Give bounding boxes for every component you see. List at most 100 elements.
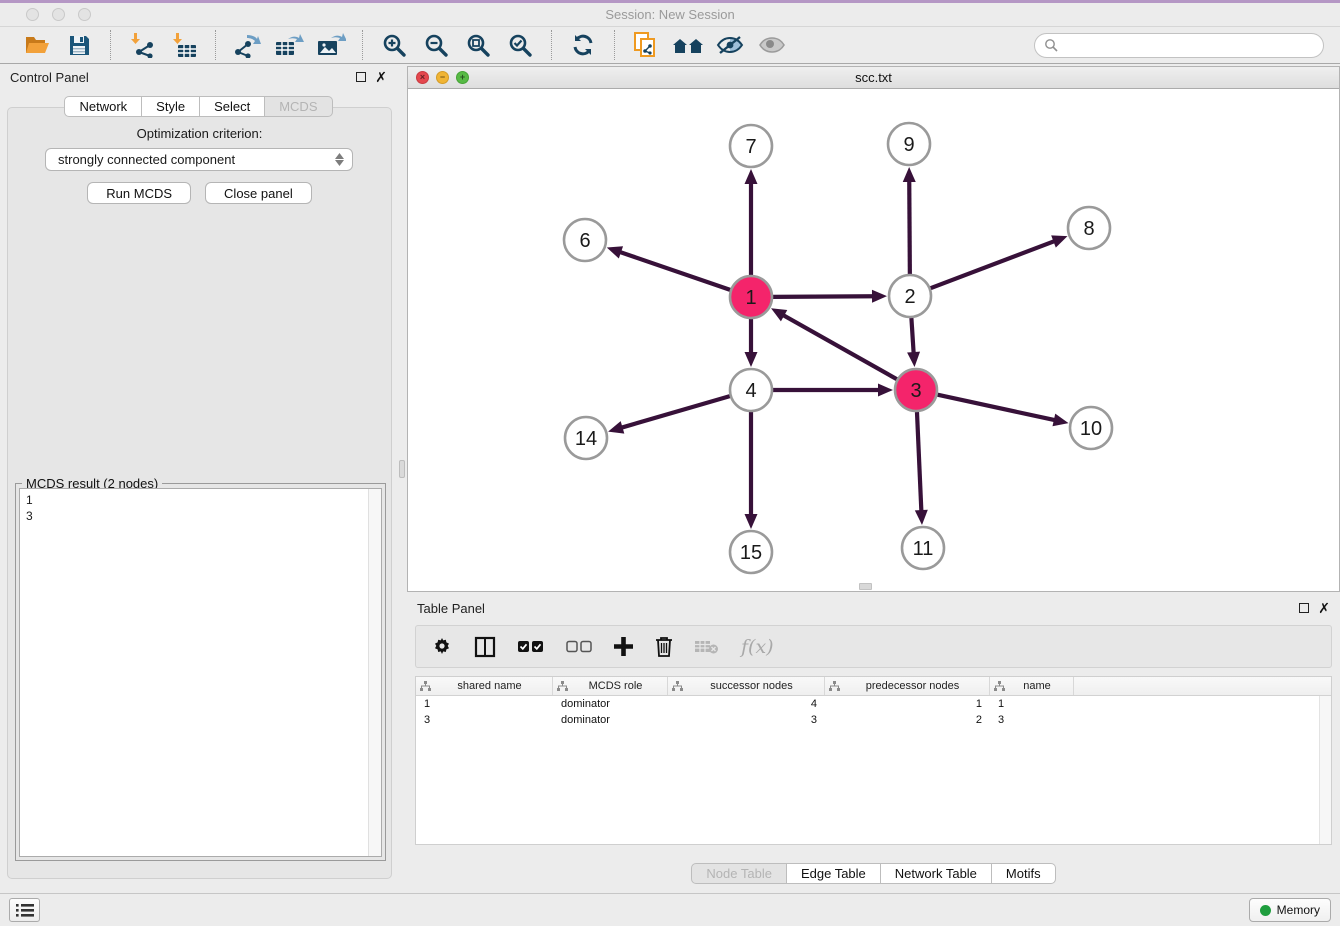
- edge-3-10[interactable]: [937, 395, 1055, 421]
- trash-icon: [655, 636, 673, 657]
- network-resize-grip[interactable]: [859, 583, 872, 590]
- zoom-fit-button[interactable]: [461, 29, 495, 61]
- cell-successor-nodes[interactable]: 4: [668, 696, 825, 712]
- window-controls[interactable]: [26, 8, 91, 21]
- column-header-MCDS-role[interactable]: MCDS role: [553, 677, 668, 695]
- close-panel-button[interactable]: Close panel: [205, 182, 312, 204]
- result-line: 3: [26, 508, 375, 524]
- select-all-button[interactable]: [518, 640, 544, 653]
- open-session-button[interactable]: [20, 29, 54, 61]
- graph-node-label-2: 2: [904, 286, 915, 308]
- table-row[interactable]: 1dominator411: [416, 696, 1331, 712]
- panel-splitter[interactable]: [397, 64, 407, 893]
- apply-layout-button[interactable]: [566, 29, 600, 61]
- duplicate-network-button[interactable]: [629, 29, 663, 61]
- edge-arrowhead: [745, 169, 758, 184]
- optimization-select[interactable]: strongly connected component: [45, 148, 353, 171]
- table-settings-button[interactable]: [432, 637, 452, 657]
- hierarchy-icon: [420, 681, 431, 692]
- export-table-button[interactable]: [272, 29, 306, 61]
- search-field[interactable]: [1034, 33, 1324, 58]
- hide-selected-button[interactable]: [713, 29, 747, 61]
- column-header-shared-name[interactable]: shared name: [416, 677, 553, 695]
- cell-shared-name[interactable]: 1: [416, 696, 553, 712]
- edge-arrowhead: [907, 352, 920, 367]
- edge-arrowhead: [745, 514, 758, 529]
- toggle-panel-button[interactable]: [474, 636, 496, 658]
- network-window-titlebar[interactable]: × − + scc.txt: [408, 67, 1339, 89]
- cell-predecessor-nodes[interactable]: 1: [825, 696, 990, 712]
- save-session-button[interactable]: [62, 29, 96, 61]
- cell-name[interactable]: 1: [990, 696, 1074, 712]
- result-scrollbar[interactable]: [368, 489, 381, 856]
- column-header-successor-nodes[interactable]: successor nodes: [668, 677, 825, 695]
- cell-predecessor-nodes[interactable]: 2: [825, 712, 990, 728]
- close-window-button[interactable]: [26, 8, 39, 21]
- memory-button[interactable]: Memory: [1249, 898, 1331, 922]
- hierarchy-icon: [557, 681, 568, 692]
- network-minimize-button[interactable]: −: [436, 71, 449, 84]
- export-network-button[interactable]: [230, 29, 264, 61]
- edge-1-6[interactable]: [619, 252, 730, 290]
- network-graph[interactable]: 7968124314101511: [408, 89, 1339, 591]
- control-panel-title: Control Panel: [10, 70, 89, 85]
- node-table-header: shared nameMCDS rolesuccessor nodesprede…: [416, 677, 1331, 696]
- float-table-panel-icon[interactable]: [1299, 603, 1309, 613]
- zoom-out-button[interactable]: [419, 29, 453, 61]
- tab-node-table[interactable]: Node Table: [691, 863, 787, 884]
- float-panel-icon[interactable]: [356, 72, 366, 82]
- add-column-button[interactable]: [614, 637, 633, 656]
- cell-successor-nodes[interactable]: 3: [668, 712, 825, 728]
- edge-1-2[interactable]: [773, 296, 874, 297]
- table-delete-icon: [695, 639, 719, 655]
- zoom-in-button[interactable]: [377, 29, 411, 61]
- tab-mcds[interactable]: MCDS: [265, 96, 332, 117]
- network-zoom-button[interactable]: +: [456, 71, 469, 84]
- cell-shared-name[interactable]: 3: [416, 712, 553, 728]
- network-canvas[interactable]: 7968124314101511: [408, 89, 1339, 591]
- first-neighbors-button[interactable]: [671, 29, 705, 61]
- edge-2-3[interactable]: [911, 318, 913, 354]
- table-row[interactable]: 3dominator323: [416, 712, 1331, 728]
- edge-2-9[interactable]: [909, 180, 910, 274]
- delete-table-button: [695, 639, 719, 655]
- tab-edge-table[interactable]: Edge Table: [787, 863, 881, 884]
- column-header-predecessor-nodes[interactable]: predecessor nodes: [825, 677, 990, 695]
- splitter-grip[interactable]: [399, 460, 405, 478]
- tab-network-table[interactable]: Network Table: [881, 863, 992, 884]
- edge-3-1[interactable]: [782, 315, 896, 380]
- zoom-selected-button[interactable]: [503, 29, 537, 61]
- optimization-select-value: strongly connected component: [58, 152, 235, 167]
- delete-column-button[interactable]: [655, 636, 673, 657]
- import-network-button[interactable]: [125, 29, 159, 61]
- table-scrollbar[interactable]: [1319, 696, 1331, 844]
- column-header-name[interactable]: name: [990, 677, 1074, 695]
- edge-4-14[interactable]: [621, 396, 730, 428]
- zoom-window-button[interactable]: [78, 8, 91, 21]
- mcds-result-list[interactable]: 13: [19, 488, 382, 857]
- cell-MCDS-role[interactable]: dominator: [553, 712, 668, 728]
- tab-select[interactable]: Select: [200, 96, 265, 117]
- graph-node-label-10: 10: [1080, 418, 1102, 440]
- network-close-button[interactable]: ×: [416, 71, 429, 84]
- close-panel-icon[interactable]: ✗: [375, 72, 387, 82]
- deselect-all-button[interactable]: [566, 640, 592, 653]
- search-input[interactable]: [1059, 35, 1323, 55]
- edge-2-8[interactable]: [931, 241, 1056, 288]
- show-all-button[interactable]: [755, 29, 789, 61]
- export-table-icon: [274, 32, 304, 58]
- cell-MCDS-role[interactable]: dominator: [553, 696, 668, 712]
- import-table-button[interactable]: [167, 29, 201, 61]
- minimize-window-button[interactable]: [52, 8, 65, 21]
- cell-name[interactable]: 3: [990, 712, 1074, 728]
- task-history-button[interactable]: [9, 898, 40, 922]
- export-image-button[interactable]: [314, 29, 348, 61]
- node-table[interactable]: shared nameMCDS rolesuccessor nodesprede…: [415, 676, 1332, 845]
- run-mcds-button[interactable]: Run MCDS: [87, 182, 191, 204]
- tab-network[interactable]: Network: [64, 96, 142, 117]
- tab-style[interactable]: Style: [142, 96, 200, 117]
- close-table-panel-icon[interactable]: ✗: [1318, 603, 1330, 613]
- tab-motifs[interactable]: Motifs: [992, 863, 1056, 884]
- edge-3-11[interactable]: [917, 412, 921, 512]
- graph-node-label-9: 9: [903, 134, 914, 156]
